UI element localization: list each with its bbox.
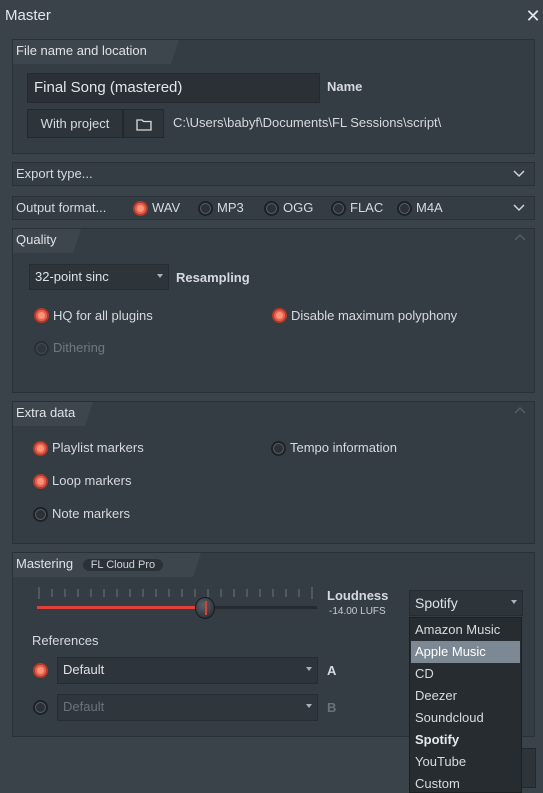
reference-b-radio[interactable] <box>33 700 48 715</box>
chevron-down-icon <box>306 667 312 671</box>
reference-a-select[interactable]: Default <box>57 657 318 684</box>
title-bar: Master ✕ <box>0 0 543 33</box>
target-option-apple-music[interactable]: Apple Music <box>411 641 520 663</box>
browse-folder-button[interactable] <box>123 109 164 138</box>
format-flac-label[interactable]: FLAC <box>350 200 383 215</box>
file-panel-heading: File name and location <box>13 40 179 64</box>
reference-b-value: Default <box>63 699 105 714</box>
folder-icon <box>136 119 152 131</box>
hq-plugins-toggle[interactable] <box>34 308 49 323</box>
target-option-deezer[interactable]: Deezer <box>411 685 520 707</box>
window-title: Master <box>5 7 51 24</box>
tempo-information-label[interactable]: Tempo information <box>290 440 397 455</box>
target-option-cd[interactable]: CD <box>411 663 520 685</box>
loop-markers-toggle[interactable] <box>33 474 48 489</box>
format-ogg-radio[interactable] <box>264 201 279 216</box>
knob-indicator <box>205 601 207 615</box>
note-markers-label[interactable]: Note markers <box>52 506 130 521</box>
mastering-heading: Mastering FL Cloud Pro <box>13 553 201 577</box>
target-dropdown-list: Amazon Music Apple Music CD Deezer Sound… <box>409 617 522 793</box>
quality-heading: Quality <box>13 229 81 253</box>
loudness-label: Loudness <box>327 588 389 603</box>
reference-a-tag: A <box>327 663 337 678</box>
chevron-down-icon <box>306 704 312 708</box>
slider-ticks <box>38 587 313 599</box>
target-option-youtube[interactable]: YouTube <box>411 751 520 773</box>
target-value: Spotify <box>415 595 458 611</box>
hq-plugins-label[interactable]: HQ for all plugins <box>53 308 153 323</box>
reference-b-select: Default <box>57 694 318 721</box>
chevron-down-icon <box>511 600 517 604</box>
name-label: Name <box>327 79 363 94</box>
resampler-select[interactable]: 32-point sinc <box>29 264 169 290</box>
fl-cloud-pro-badge: FL Cloud Pro <box>83 559 163 571</box>
format-m4a-radio[interactable] <box>397 201 412 216</box>
export-type-label: Export type... <box>16 166 93 181</box>
references-label: References <box>32 633 99 648</box>
collapse-icon[interactable] <box>514 405 526 417</box>
quality-panel: Quality 32-point sinc Resampling HQ for … <box>12 228 535 393</box>
loudness-value: -14.00 LUFS <box>329 606 386 617</box>
extra-data-panel: Extra data Playlist markers Tempo inform… <box>12 401 535 544</box>
output-format-bar: Output format... WAV MP3 OGG FLAC M4A <box>12 196 535 220</box>
disable-polyphony-label[interactable]: Disable maximum polyphony <box>291 308 457 323</box>
chevron-down-icon <box>157 274 163 278</box>
reference-a-radio[interactable] <box>33 663 48 678</box>
reference-a-value: Default <box>63 662 105 677</box>
format-mp3-label[interactable]: MP3 <box>217 200 244 215</box>
resampler-value: 32-point sinc <box>35 269 109 284</box>
with-project-button[interactable]: With project <box>27 109 123 138</box>
target-option-custom[interactable]: Custom <box>411 773 520 793</box>
target-option-amazon-music[interactable]: Amazon Music <box>411 619 520 641</box>
export-type-bar[interactable]: Export type... <box>12 162 535 186</box>
tempo-information-toggle[interactable] <box>271 441 286 456</box>
format-wav-label[interactable]: WAV <box>152 200 180 215</box>
chevron-down-icon <box>513 170 525 178</box>
playlist-markers-label[interactable]: Playlist markers <box>52 440 144 455</box>
collapse-icon[interactable] <box>514 232 526 244</box>
dithering-label: Dithering <box>53 340 106 355</box>
file-panel: File name and location Final Song (maste… <box>12 39 535 154</box>
extra-data-heading: Extra data <box>13 402 93 426</box>
format-ogg-label[interactable]: OGG <box>283 200 313 215</box>
target-option-spotify[interactable]: Spotify <box>411 729 520 751</box>
resampling-label: Resampling <box>176 270 250 285</box>
chevron-down-icon[interactable] <box>513 202 525 212</box>
loudness-slider[interactable] <box>37 583 317 623</box>
loop-markers-label[interactable]: Loop markers <box>52 473 131 488</box>
target-select[interactable]: Spotify <box>409 590 523 616</box>
target-option-soundcloud[interactable]: Soundcloud <box>411 707 520 729</box>
output-format-label: Output format... <box>16 200 107 215</box>
slider-knob[interactable] <box>195 597 215 619</box>
format-mp3-radio[interactable] <box>198 201 213 216</box>
note-markers-toggle[interactable] <box>33 507 48 522</box>
format-wav-radio[interactable] <box>133 201 148 216</box>
reference-b-tag: B <box>327 700 337 715</box>
mastering-title: Mastering <box>16 556 74 571</box>
format-m4a-label[interactable]: M4A <box>416 200 443 215</box>
disable-polyphony-toggle[interactable] <box>272 308 287 323</box>
close-icon[interactable]: ✕ <box>524 6 542 26</box>
path-label: C:\Users\babyf\Documents\FL Sessions\scr… <box>173 115 442 130</box>
playlist-markers-toggle[interactable] <box>33 441 48 456</box>
filename-input[interactable]: Final Song (mastered) <box>27 73 320 103</box>
format-flac-radio[interactable] <box>331 201 346 216</box>
dithering-toggle <box>34 341 49 356</box>
slider-fill <box>37 606 205 609</box>
